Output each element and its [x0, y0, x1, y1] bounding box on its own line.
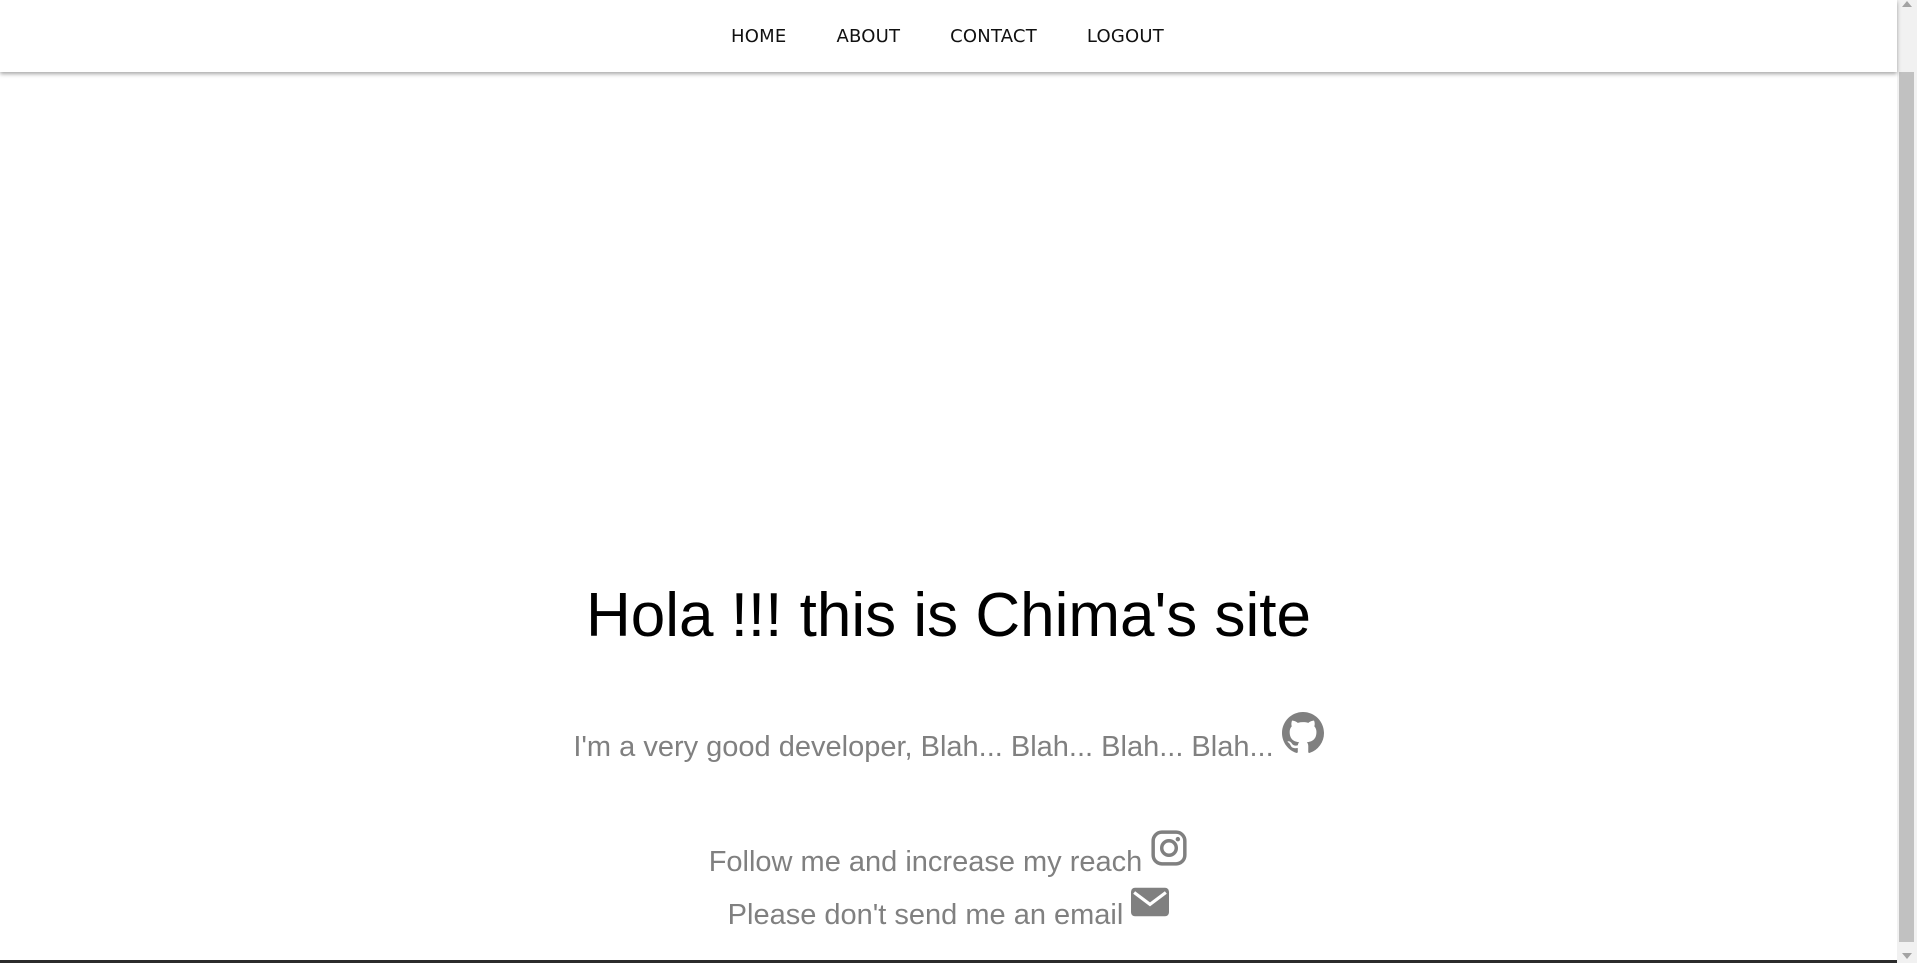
- developer-text: I'm a very good developer, Blah... Blah.…: [573, 731, 1274, 763]
- github-icon[interactable]: [1281, 712, 1324, 754]
- email-text: Please don't send me an email: [727, 899, 1124, 931]
- nav-link-logout[interactable]: LOGOUT: [1087, 26, 1164, 47]
- follow-line: Follow me and increase my reach: [0, 829, 1897, 879]
- hero-title: Hola !!! this is Chima's site: [585, 581, 1312, 650]
- developer-line: I'm a very good developer, Blah... Blah.…: [0, 712, 1897, 764]
- top-navbar: HOME ABOUT CONTACT LOGOUT: [0, 0, 1897, 72]
- scroll-down-arrow-icon[interactable]: [1902, 953, 1912, 959]
- nav-item-home: HOME: [731, 26, 786, 47]
- scroll-up-arrow-icon[interactable]: [1902, 1, 1912, 7]
- page: HOME ABOUT CONTACT LOGOUT Hola !!! this …: [0, 0, 1897, 963]
- nav-link-about[interactable]: ABOUT: [836, 26, 900, 47]
- nav-list: HOME ABOUT CONTACT LOGOUT: [731, 26, 1164, 47]
- nav-item-contact: CONTACT: [950, 26, 1037, 47]
- scrollbar-thumb[interactable]: [1899, 72, 1914, 942]
- envelope-icon[interactable]: [1131, 884, 1170, 920]
- nav-item-logout: LOGOUT: [1087, 26, 1164, 47]
- nav-item-about: ABOUT: [836, 26, 900, 47]
- nav-link-contact[interactable]: CONTACT: [950, 26, 1037, 47]
- email-line: Please don't send me an email: [0, 884, 1897, 932]
- instagram-icon[interactable]: [1150, 829, 1188, 867]
- follow-text: Follow me and increase my reach: [708, 846, 1143, 878]
- nav-link-home[interactable]: HOME: [731, 26, 786, 47]
- vertical-scrollbar[interactable]: [1897, 0, 1917, 963]
